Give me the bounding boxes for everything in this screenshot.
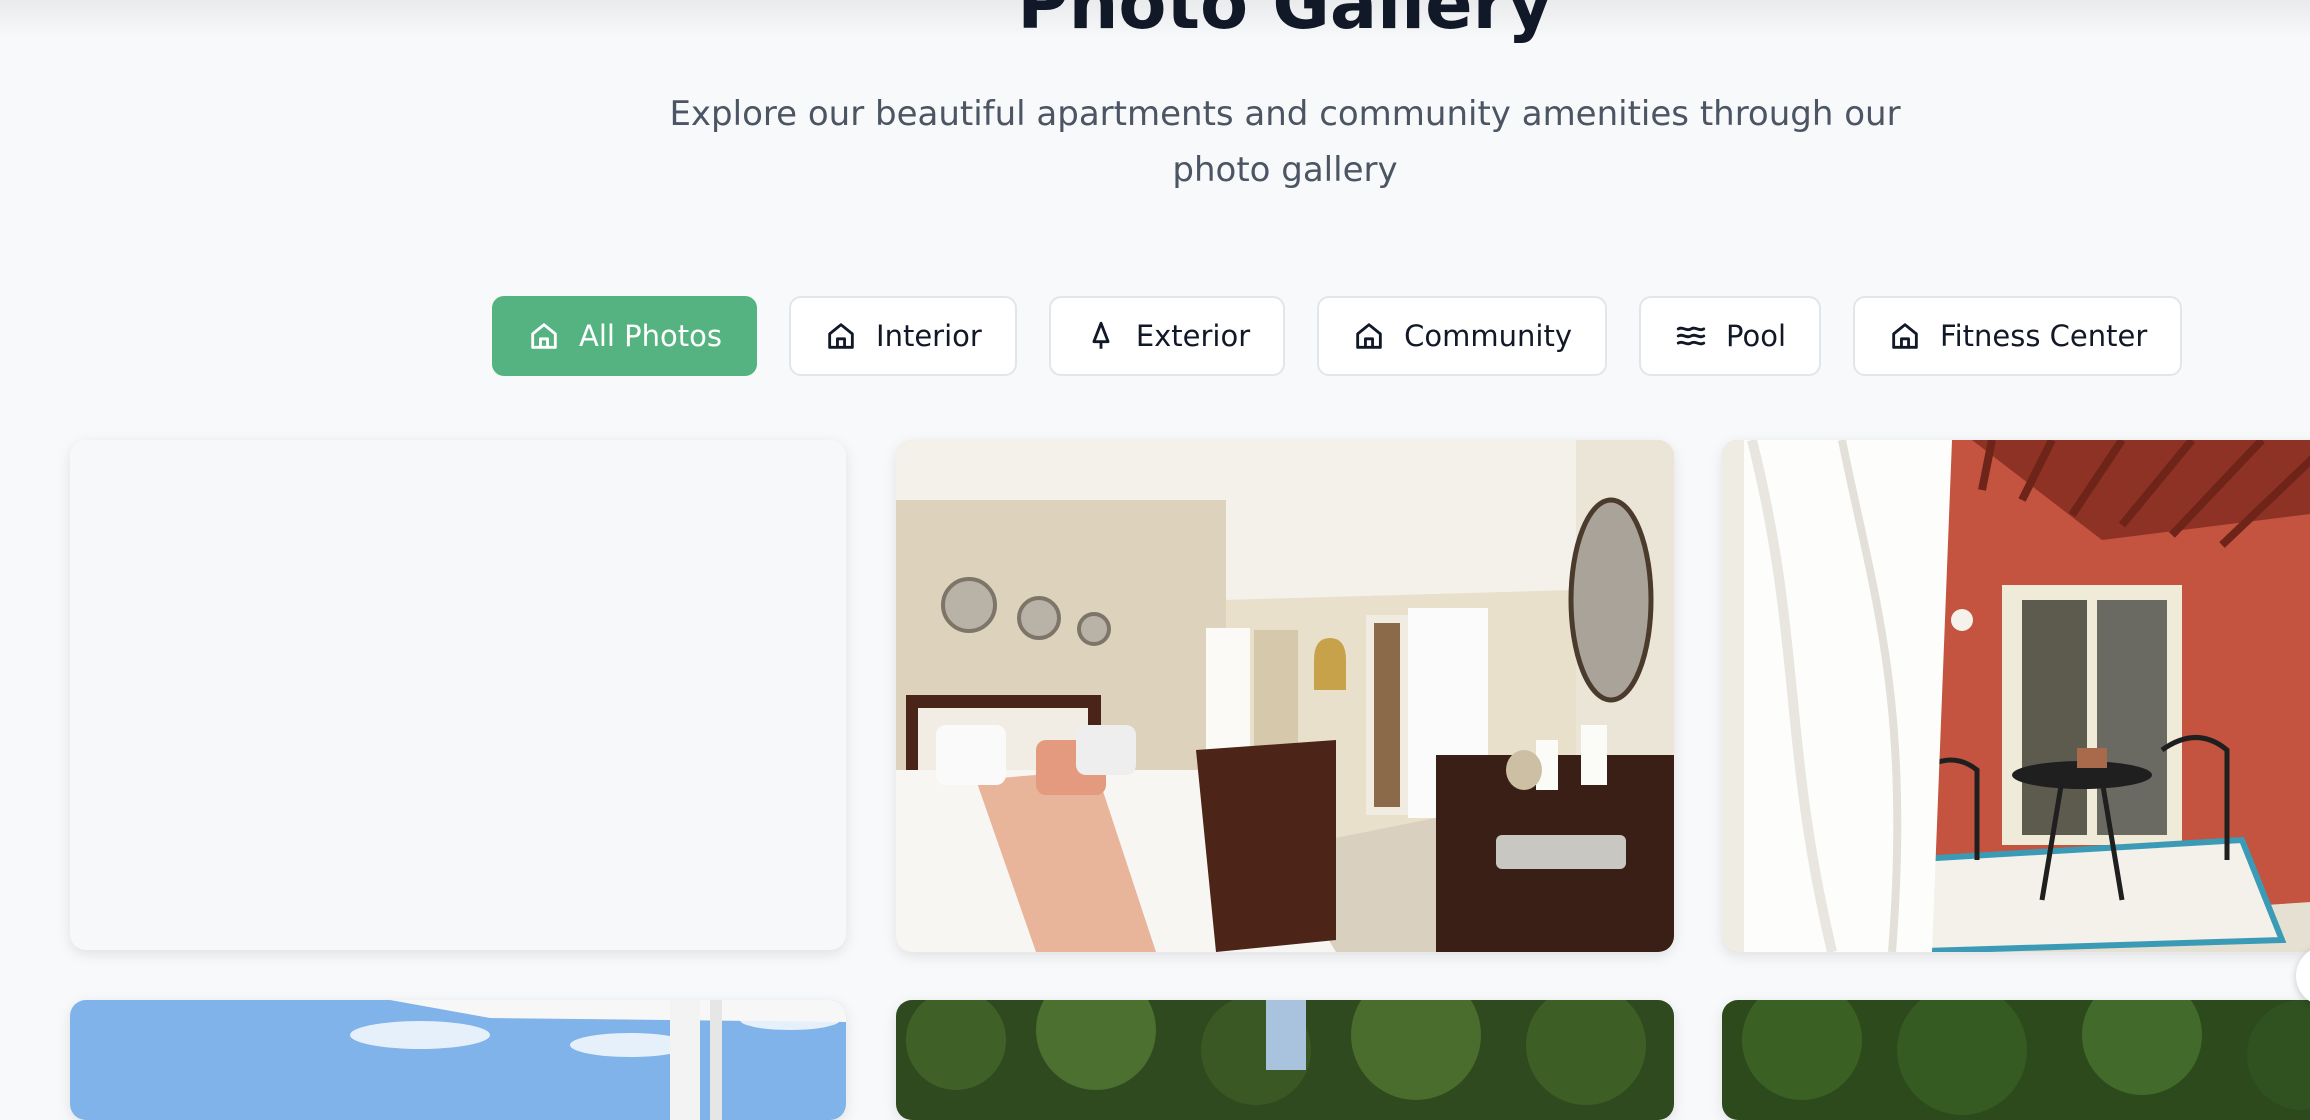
filter-interior-button[interactable]: Interior	[789, 296, 1017, 376]
trees-photo	[1722, 1000, 2310, 1120]
tree-icon	[1092, 321, 1110, 349]
filter-label: Fitness Center	[1940, 319, 2148, 353]
filter-all-photos-button[interactable]: All Photos	[492, 296, 758, 376]
waves-icon	[1676, 326, 1706, 346]
trees-photo	[896, 1000, 1674, 1120]
filter-label: Pool	[1726, 319, 1786, 353]
gallery-image-patio[interactable]	[1722, 440, 2310, 952]
home-icon	[828, 323, 854, 349]
pergola-sky-photo	[70, 1000, 846, 1120]
filter-label: Community	[1404, 319, 1572, 353]
page-title: Photo Gallery	[1017, 0, 1553, 45]
home-icon	[1356, 323, 1382, 349]
gallery-image-placeholder[interactable]	[70, 440, 846, 950]
home-icon	[531, 323, 557, 349]
filter-exterior-button[interactable]: Exterior	[1048, 296, 1286, 376]
gallery-image-trees[interactable]	[896, 1000, 1674, 1120]
page-subtitle: Explore our beautiful apartments and com…	[669, 94, 1901, 190]
home-icon	[1892, 323, 1918, 349]
filter-label: Exterior	[1135, 319, 1251, 353]
filter-label: Interior	[876, 319, 982, 353]
patio-photo	[1722, 440, 2310, 952]
filter-pool-button[interactable]: Pool	[1639, 296, 1821, 376]
gallery-image-trees-2[interactable]	[1722, 1000, 2310, 1120]
scroll-button[interactable]	[2296, 946, 2310, 1006]
filter-community-button[interactable]: Community	[1317, 296, 1607, 376]
bedroom-photo	[896, 440, 1674, 952]
filter-label: All Photos	[579, 319, 723, 353]
filter-fitness-center-button[interactable]: Fitness Center	[1853, 296, 2183, 376]
gallery-image-pergola[interactable]	[70, 1000, 846, 1120]
gallery-image-bedroom[interactable]	[896, 440, 1674, 952]
filter-bar: All Photos Interior Exterior Community P…	[492, 296, 2183, 376]
